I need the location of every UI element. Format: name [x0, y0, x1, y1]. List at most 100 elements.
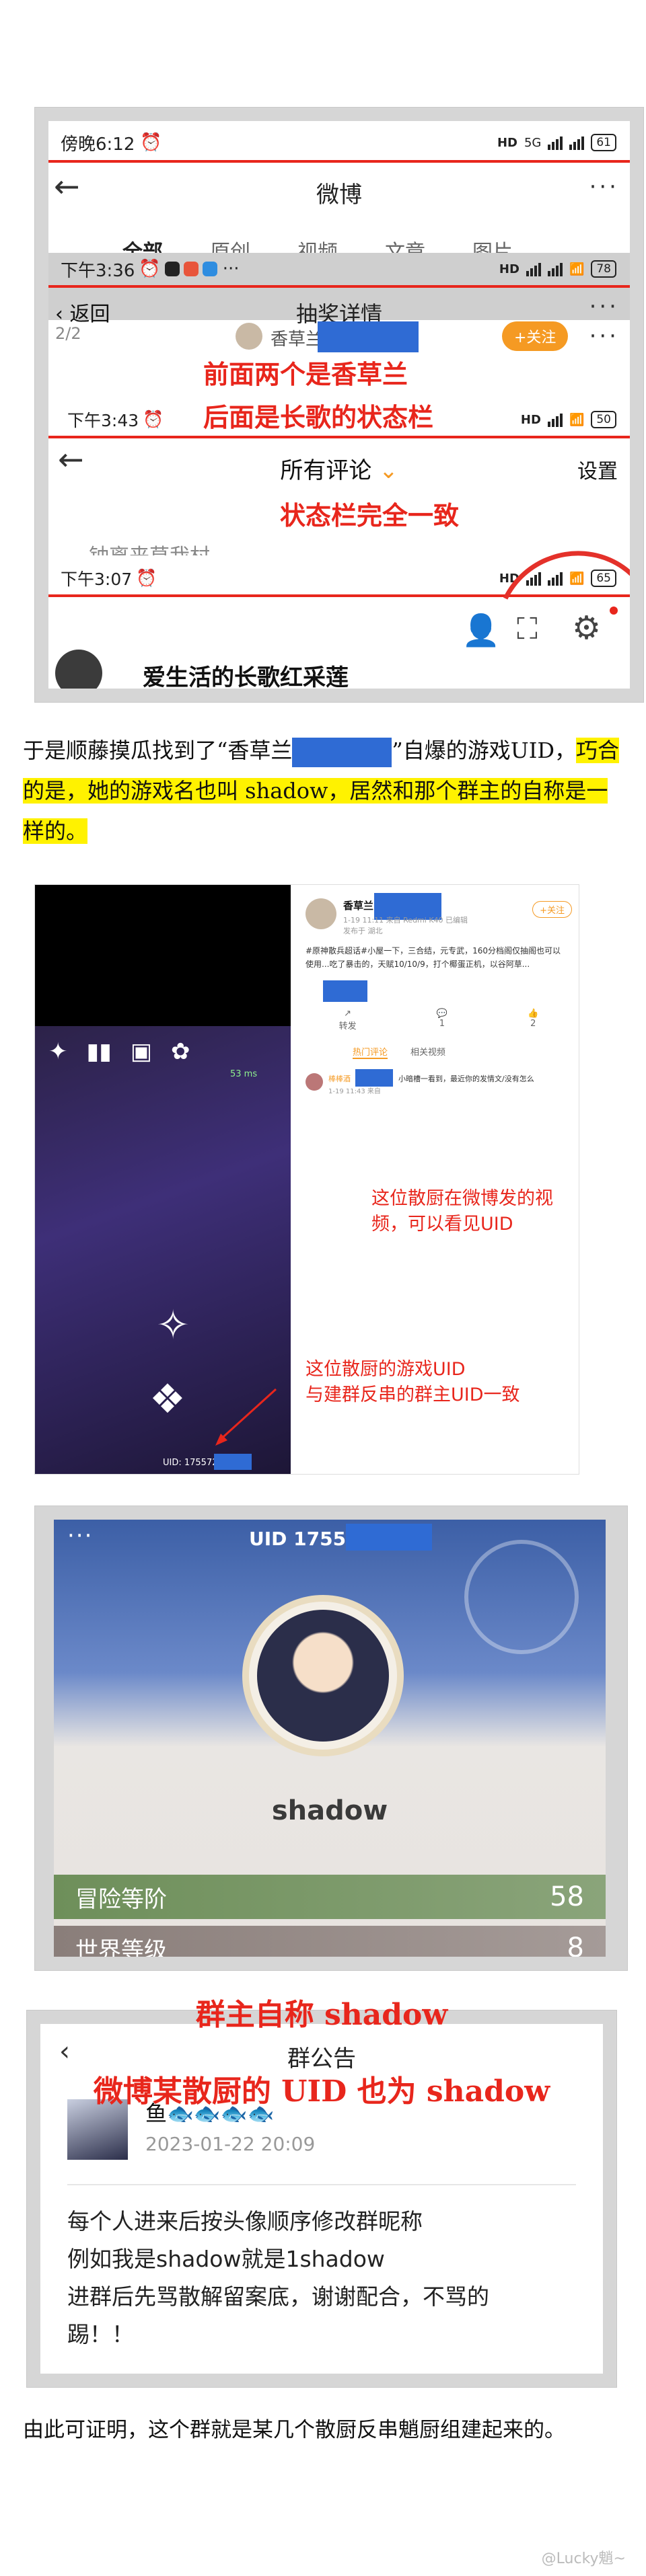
para-part2: ”自爆的游戏UID，: [392, 738, 577, 763]
comment-tabs: 热门评论 相关视频: [353, 1045, 445, 1059]
status-time: 傍晚6:12: [61, 134, 135, 155]
app-icon: [183, 262, 199, 276]
menu-dots-icon[interactable]: ···: [67, 1522, 93, 1549]
app-icon: [164, 262, 180, 276]
caption-first-two: 前面两个是香草兰: [203, 360, 408, 389]
share-action[interactable]: ↗ 转发: [339, 1009, 357, 1031]
status-bar-1: 傍晚6:12 ⏰ HD 5G 61: [48, 129, 630, 156]
book-icon: ▮▮: [86, 1038, 112, 1065]
user-name: 香草兰: [271, 329, 324, 350]
emblem-icon: [464, 1540, 579, 1654]
hd-icon: HD: [497, 135, 517, 150]
wifi-icon: 📶: [569, 262, 585, 276]
redaction-block: [346, 1524, 432, 1551]
poster-name: 香草兰: [343, 900, 374, 912]
signal-icon: [547, 262, 563, 276]
status-time: 下午3:07: [61, 570, 133, 589]
alarm-icon: ⏰: [136, 568, 157, 588]
redaction-block: [292, 737, 392, 767]
note-weibo-video: 这位散厨在微博发的视频，可以看见UID: [371, 1188, 553, 1235]
redaction-block: [355, 1069, 393, 1087]
status-bar-stack: 傍晚6:12 ⏰ HD 5G 61 ← 微博 ··· 全部 原创 视频 文章 图…: [48, 121, 630, 689]
chevron-down-icon[interactable]: ⌄: [379, 457, 398, 484]
uid-label: UID 1755: [249, 1528, 347, 1550]
tab-related-videos[interactable]: 相关视频: [410, 1045, 445, 1059]
hd-icon: HD: [520, 412, 541, 427]
profile-icon[interactable]: 👤: [462, 612, 500, 649]
app-icon: [202, 262, 217, 276]
status-time: 下午3:36: [61, 260, 135, 281]
alarm-icon: ⏰: [143, 409, 164, 429]
sparkle-icon: ✦: [48, 1038, 68, 1065]
screenshot-panel-group-notice: ‹ 群公告 鱼🐟🐟🐟🐟 2023-01-22 20:09 每个人进来后按头像顺序…: [27, 1998, 616, 2387]
caption-uid-shadow: 微博某散厨的 UID 也为 shadow: [93, 2074, 550, 2109]
para-part1: 于是顺藤摸瓜找到了“香草兰: [23, 738, 293, 763]
pointer-arrow-icon: [215, 1388, 277, 1446]
page-indicator: 2/2: [55, 324, 81, 343]
redaction-block: [214, 1454, 252, 1470]
alarm-icon: ⏰: [139, 259, 161, 279]
redaction-block: [323, 980, 367, 1002]
world-value: 8: [567, 1933, 584, 1957]
like-count: 2: [530, 1019, 536, 1029]
status-time: 下午3:43: [67, 411, 139, 430]
highlight-circle: [473, 528, 630, 689]
game-hud-icons: ✦ ▮▮ ▣ ✿: [48, 1038, 190, 1065]
player-name: shadow: [271, 1795, 388, 1826]
commenter-avatar: [306, 1073, 323, 1091]
comments-title-text: 所有评论: [280, 457, 372, 484]
alarm-icon: ⏰: [140, 132, 162, 153]
redaction-block: [318, 321, 419, 352]
avatar: [257, 1610, 389, 1742]
post-time: 1-19 11:11 来自 Redmi K40 已编辑: [343, 916, 468, 925]
notice-line-1: 每个人进来后按头像顺序修改群昵称: [67, 2208, 423, 2234]
follow-button[interactable]: +关注: [532, 901, 572, 918]
world-label: 世界等级: [75, 1937, 167, 1957]
adventure-label: 冒险等阶: [75, 1885, 167, 1913]
screenshot-panel-game-card: ··· UID 1755 shadow 冒险等阶 58 世界等级 8: [35, 1506, 627, 1970]
game-card: ··· UID 1755 shadow 冒险等阶 58 世界等级 8: [54, 1520, 606, 1957]
comment-action[interactable]: 💬 1: [437, 1009, 447, 1031]
user-avatar: [236, 323, 262, 350]
poster-avatar: [306, 898, 336, 929]
more-icon[interactable]: ···: [589, 293, 619, 320]
comment-icon: 💬: [436, 1009, 447, 1019]
bottom-user-name: 爱生活的长歌红采莲: [143, 664, 349, 689]
comment-text: 小暗槽一看到，最近你的发情文/没有怎么: [398, 1075, 534, 1083]
screenshot-panel-weibo-video: ✦ ▮▮ ▣ ✿ 53 ms ✧ ❖ UID: 175572 香草兰 1-19 …: [35, 885, 579, 1474]
battery-icon: 78: [591, 260, 616, 278]
notice-divider: [67, 2184, 576, 2185]
battery-icon: 50: [591, 411, 616, 428]
bottom-avatar: [55, 650, 102, 689]
slash-icon: ✧: [156, 1302, 190, 1349]
tab-hot-comments[interactable]: 热门评论: [353, 1045, 388, 1059]
comments-title: 所有评论 ⌄: [48, 452, 630, 485]
note-uid-line1: 这位散厨的游戏UID: [306, 1359, 466, 1380]
commenter-name: 棒棒酒: [328, 1075, 351, 1083]
comment-count: 1: [439, 1019, 445, 1029]
burst-icon: ❖: [149, 1376, 186, 1423]
more-icon[interactable]: ···: [589, 173, 619, 200]
weibo-title: 微博: [316, 182, 362, 208]
watermark: @Lucky魈~: [541, 2550, 626, 2567]
network-label: 5G: [524, 135, 542, 150]
adventure-value: 58: [550, 1881, 584, 1912]
status-bar-2: 下午3:36 ⏰ ··· HD 📶 78: [48, 256, 630, 282]
hd-icon: HD: [499, 262, 519, 276]
paimon-icon: ✿: [171, 1038, 190, 1065]
post-actions: ↗ 转发 💬 1 👍 2: [299, 1009, 579, 1031]
notice-line-2: 例如我是shadow就是1shadow: [67, 2246, 385, 2272]
backpack-icon: ▣: [130, 1038, 153, 1065]
settings-link[interactable]: 设置: [577, 455, 618, 484]
ping-readout: 53 ms: [230, 1069, 258, 1079]
like-icon: 👍: [528, 1009, 539, 1019]
caption-owner-shadow: 群主自称 shadow: [195, 1998, 448, 2032]
notice-line-3: 进群后先骂散解留案底，谢谢配合，不骂的: [67, 2284, 489, 2310]
share-icon: ↗: [344, 1009, 352, 1019]
comment-time: 1-19 11:43 来自: [328, 1088, 381, 1095]
follow-button[interactable]: +关注: [502, 321, 569, 351]
like-action[interactable]: 👍 2: [528, 1009, 538, 1031]
more-icon[interactable]: ···: [589, 323, 619, 350]
underline-marker: [48, 436, 630, 438]
caption-changge-bar: 后面是长歌的状态栏: [203, 403, 434, 432]
